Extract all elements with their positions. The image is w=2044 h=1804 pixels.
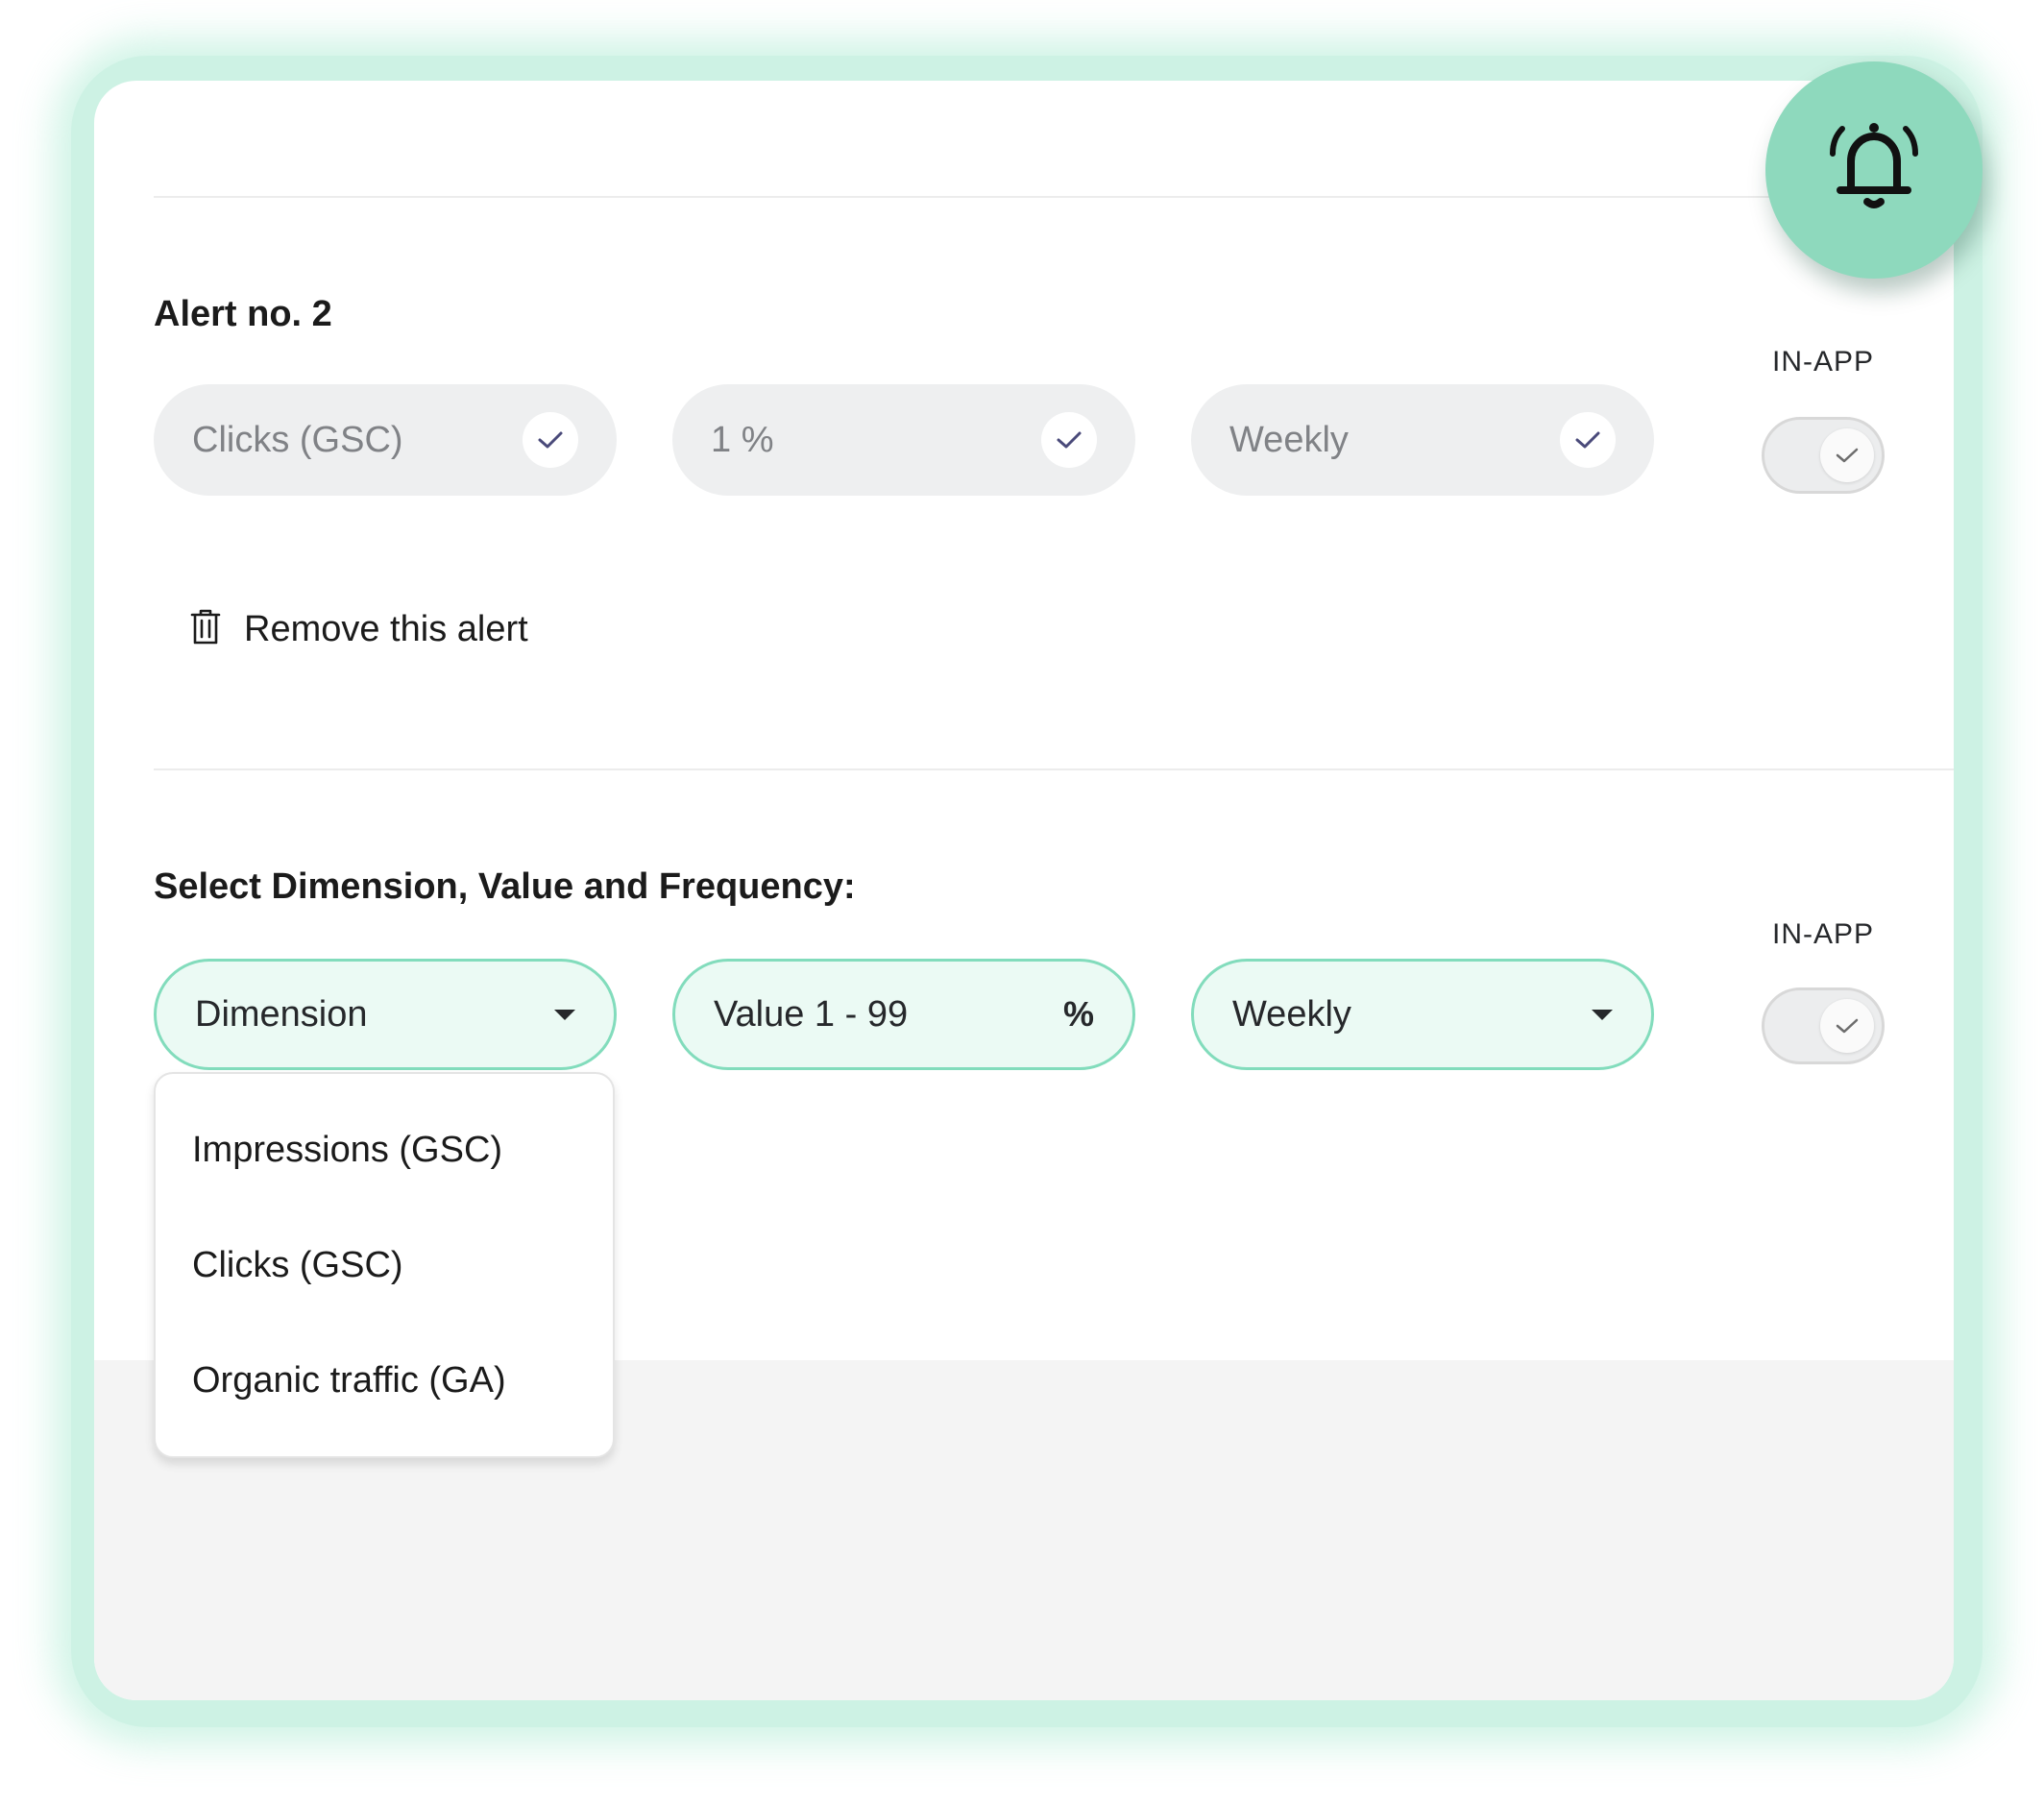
dropdown-option-impressions[interactable]: Impressions (GSC) (192, 1130, 502, 1171)
new-alert-in-app-label: IN-APP (1771, 918, 1875, 950)
caret-down-icon (554, 1009, 575, 1020)
remove-alert-label: Remove this alert (244, 609, 528, 649)
frequency-select-label: Weekly (1232, 993, 1351, 1035)
alert-dimension-field[interactable]: Clicks (GSC) (154, 384, 617, 496)
bell-ringing-icon (1821, 115, 1927, 226)
alert-in-app-toggle[interactable] (1762, 417, 1885, 494)
alert-value-field[interactable]: 1 % (672, 384, 1135, 496)
percent-unit: % (1062, 994, 1094, 1034)
remove-alert-button[interactable]: Remove this alert (190, 609, 528, 650)
check-icon (523, 412, 578, 468)
alert-frequency-value: Weekly (1229, 419, 1349, 460)
dropdown-option-clicks[interactable]: Clicks (GSC) (192, 1245, 403, 1286)
new-alert-heading: Select Dimension, Value and Frequency: (154, 866, 856, 907)
alert-value-value: 1 % (711, 419, 774, 460)
new-alert-in-app-toggle[interactable] (1762, 987, 1885, 1064)
frequency-select[interactable]: Weekly (1191, 959, 1654, 1070)
bell-button[interactable] (1765, 61, 1983, 279)
value-input[interactable]: Value 1 - 99 % (672, 959, 1135, 1070)
toggle-knob (1820, 428, 1874, 482)
check-icon (1041, 412, 1097, 468)
section-divider (154, 768, 1954, 770)
dimension-dropdown-menu: Impressions (GSC) Clicks (GSC) Organic t… (154, 1072, 615, 1458)
dimension-select[interactable]: Dimension (154, 959, 617, 1070)
check-icon (1560, 412, 1616, 468)
value-input-placeholder: Value 1 - 99 (714, 993, 909, 1035)
alert-dimension-value: Clicks (GSC) (192, 419, 403, 460)
dimension-select-label: Dimension (195, 993, 368, 1035)
alert-title: Alert no. 2 (154, 294, 332, 334)
alert-in-app-label: IN-APP (1771, 346, 1875, 378)
caret-down-icon (1592, 1009, 1613, 1020)
trash-icon (190, 609, 221, 650)
toggle-knob (1820, 999, 1874, 1053)
alert-frequency-field[interactable]: Weekly (1191, 384, 1654, 496)
top-divider (154, 196, 1883, 198)
dropdown-option-organic-traffic[interactable]: Organic traffic (GA) (192, 1360, 506, 1402)
